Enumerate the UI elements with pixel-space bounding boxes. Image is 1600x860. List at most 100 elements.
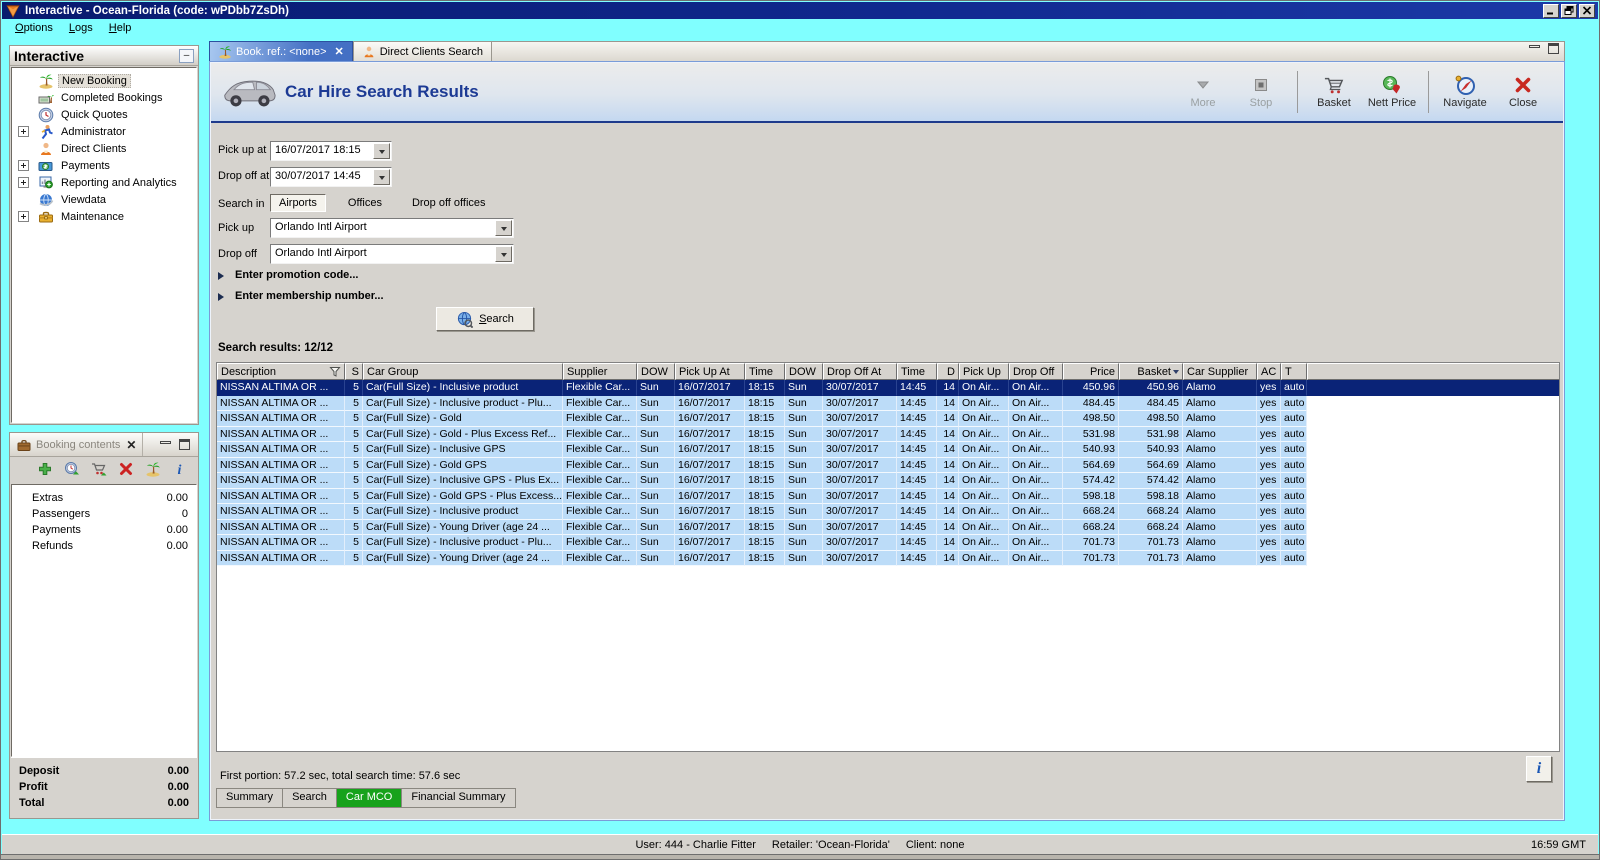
result-row[interactable]: NISSAN ALTIMA OR ... 5 Car(Full Size) - Go… xyxy=(217,488,1559,504)
stop-button[interactable]: Stop xyxy=(1235,75,1287,109)
booking-button[interactable] xyxy=(145,461,161,480)
dropoff-at-dropdown-icon[interactable] xyxy=(373,169,390,185)
sidebar-item-maintenance[interactable]: Maintenance xyxy=(12,208,196,225)
column-header-car-group[interactable]: Car Group xyxy=(363,363,563,380)
search-button[interactable]: Search xyxy=(436,307,534,331)
add-to-basket-button[interactable] xyxy=(91,461,107,480)
column-header-dow[interactable]: DOW xyxy=(637,363,675,380)
close-window-button[interactable] xyxy=(1579,3,1595,18)
pickup-field[interactable]: Orlando Intl Airport xyxy=(270,218,514,238)
sidebar-item-administrator[interactable]: Administrator xyxy=(12,123,196,140)
search-in-offices[interactable]: Offices xyxy=(340,195,390,211)
result-row[interactable]: NISSAN ALTIMA OR ... 5 Car(Full Size) - In… xyxy=(217,473,1559,489)
result-row[interactable]: NISSAN ALTIMA OR ... 5 Car(Full Size) - In… xyxy=(217,504,1559,520)
column-label: Car Supplier xyxy=(1187,365,1249,378)
menu-help[interactable]: Help xyxy=(102,21,139,35)
column-header-time[interactable]: Time xyxy=(897,363,937,380)
bottom-tab-summary[interactable]: Summary xyxy=(217,789,284,807)
main-minimize-icon[interactable] xyxy=(1529,45,1540,48)
sidebar-item-reporting-and-analytics[interactable]: Reporting and Analytics xyxy=(12,174,196,191)
column-header-price[interactable]: Price xyxy=(1063,363,1119,380)
search-in-label: Search in xyxy=(218,198,265,210)
delete-button[interactable] xyxy=(118,461,134,480)
tab-booking-ref[interactable]: Book. ref.: <none> ✕ xyxy=(209,41,353,61)
close-booking-contents-icon[interactable]: ✕ xyxy=(126,438,136,452)
result-row[interactable]: NISSAN ALTIMA OR ... 5 Car(Full Size) - In… xyxy=(217,442,1559,458)
bottom-tab-search[interactable]: Search xyxy=(283,789,337,807)
column-header-d[interactable]: D xyxy=(937,363,959,380)
column-header-pick-up-at[interactable]: Pick Up At xyxy=(675,363,745,380)
booking-contents-tab[interactable]: Booking contents ✕ xyxy=(10,433,144,456)
cell-d: 14 xyxy=(937,519,959,535)
result-row[interactable]: NISSAN ALTIMA OR ... 5 Car(Full Size) - Go… xyxy=(217,426,1559,442)
column-header-pick-up[interactable]: Pick Up xyxy=(959,363,1009,380)
column-header-drop-off-at[interactable]: Drop Off At xyxy=(823,363,897,380)
titlebar: Interactive - Ocean-Florida (code: wPDbb… xyxy=(2,2,1598,19)
column-header-dow[interactable]: DOW xyxy=(785,363,823,380)
result-row[interactable]: NISSAN ALTIMA OR ... 5 Car(Full Size) - Yo… xyxy=(217,550,1559,566)
info-button[interactable]: i xyxy=(1526,756,1552,782)
pickup-dropdown-icon[interactable] xyxy=(495,220,512,236)
cell-pick-up: On Air... xyxy=(959,488,1009,504)
main-maximize-icon[interactable] xyxy=(1548,43,1559,54)
restore-button[interactable] xyxy=(1561,3,1577,18)
bottom-tab-car-mco[interactable]: Car MCO xyxy=(336,789,403,807)
expand-icon[interactable] xyxy=(18,126,29,137)
column-header-t[interactable]: T xyxy=(1281,363,1307,380)
column-header-ac[interactable]: AC xyxy=(1257,363,1281,380)
membership-number-expander[interactable]: Enter membership number... xyxy=(218,290,384,302)
result-row[interactable]: NISSAN ALTIMA OR ... 5 Car(Full Size) - In… xyxy=(217,535,1559,551)
booking-contents-title: Booking contents xyxy=(36,438,121,451)
info-button[interactable]: i xyxy=(172,461,188,480)
refresh-button[interactable] xyxy=(64,461,80,480)
more-button[interactable]: More xyxy=(1177,75,1229,109)
column-header-description[interactable]: Description xyxy=(217,363,345,380)
promotion-code-expander[interactable]: Enter promotion code... xyxy=(218,269,358,281)
panel-maximize-icon[interactable] xyxy=(179,439,190,450)
pickup-at-dropdown-icon[interactable] xyxy=(373,143,390,159)
column-header-time[interactable]: Time xyxy=(745,363,785,380)
sidebar-item-new-booking[interactable]: New Booking xyxy=(12,72,196,89)
column-header-supplier[interactable]: Supplier xyxy=(563,363,637,380)
add-item-button[interactable] xyxy=(37,461,53,480)
pickup-at-field[interactable]: 16/07/2017 18:15 xyxy=(270,141,392,161)
field-label: Passengers xyxy=(32,508,91,520)
sidebar-item-quick-quotes[interactable]: Quick Quotes xyxy=(12,106,196,123)
column-header-basket[interactable]: Basket xyxy=(1119,363,1183,380)
result-row[interactable]: NISSAN ALTIMA OR ... 5 Car(Full Size) - In… xyxy=(217,380,1559,396)
result-row[interactable]: NISSAN ALTIMA OR ... 5 Car(Full Size) - Yo… xyxy=(217,519,1559,535)
expand-icon[interactable] xyxy=(18,177,29,188)
minimize-button[interactable] xyxy=(1543,3,1559,18)
close-tab-icon[interactable]: ✕ xyxy=(335,45,344,58)
column-header-drop-off[interactable]: Drop Off xyxy=(1009,363,1063,380)
sidebar-item-direct-clients[interactable]: Direct Clients xyxy=(12,140,196,157)
search-in-airports[interactable]: Airports xyxy=(270,194,326,212)
nett-price-button[interactable]: Nett Price xyxy=(1366,75,1418,109)
result-row[interactable]: NISSAN ALTIMA OR ... 5 Car(Full Size) - Go… xyxy=(217,457,1559,473)
bottom-tab-financial-summary[interactable]: Financial Summary xyxy=(402,789,514,807)
clock-icon xyxy=(38,107,54,123)
sidebar-item-completed-bookings[interactable]: Completed Bookings xyxy=(12,89,196,106)
dropoff-at-field[interactable]: 30/07/2017 14:45 xyxy=(270,167,392,187)
panel-minimize-icon[interactable] xyxy=(160,441,171,444)
column-header-car-supplier[interactable]: Car Supplier xyxy=(1183,363,1257,380)
cell-dow: Sun xyxy=(785,395,823,411)
close-button[interactable]: Close xyxy=(1497,75,1549,109)
dropoff-field[interactable]: Orlando Intl Airport xyxy=(270,244,514,264)
result-row[interactable]: NISSAN ALTIMA OR ... 5 Car(Full Size) - Go… xyxy=(217,411,1559,427)
dropoff-dropdown-icon[interactable] xyxy=(495,246,512,262)
collapse-panel-button[interactable]: – xyxy=(179,48,194,63)
result-row[interactable]: NISSAN ALTIMA OR ... 5 Car(Full Size) - In… xyxy=(217,395,1559,411)
funnel-icon[interactable] xyxy=(329,366,341,378)
sidebar-item-viewdata[interactable]: Viewdata xyxy=(12,191,196,208)
sidebar-item-payments[interactable]: Payments xyxy=(12,157,196,174)
navigate-button[interactable]: Navigate xyxy=(1439,75,1491,109)
expand-icon[interactable] xyxy=(18,211,29,222)
menu-options[interactable]: Options xyxy=(8,21,60,35)
basket-button[interactable]: Basket xyxy=(1308,75,1360,109)
search-in-drop-off-offices[interactable]: Drop off offices xyxy=(404,195,494,211)
menu-logs[interactable]: Logs xyxy=(62,21,100,35)
column-header-s[interactable]: S xyxy=(345,363,363,380)
expand-icon[interactable] xyxy=(18,160,29,171)
tab-direct-clients-search[interactable]: Direct Clients Search xyxy=(352,41,493,61)
